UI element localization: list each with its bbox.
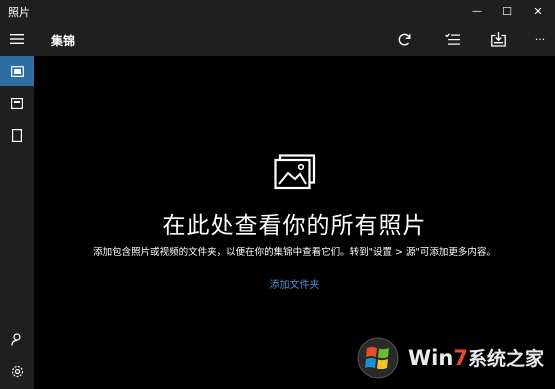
- windows-logo-icon: [357, 337, 399, 379]
- page-title: 集锦: [51, 34, 76, 48]
- watermark-brand: 系统之家: [467, 348, 544, 370]
- navigation-rail: [0, 22, 34, 389]
- import-button[interactable]: [485, 27, 511, 51]
- person-icon: [11, 332, 21, 346]
- select-icon: [444, 32, 460, 45]
- watermark: Win7系统之家: [354, 334, 550, 384]
- maximize-button[interactable]: ☐: [492, 0, 522, 22]
- close-icon: ✕: [533, 4, 543, 18]
- account-button[interactable]: [0, 324, 34, 354]
- maximize-icon: ☐: [502, 4, 512, 18]
- gear-icon: [11, 365, 23, 377]
- window-title: 照片: [8, 6, 30, 19]
- watermark-win: Win: [408, 346, 454, 370]
- nav-albums[interactable]: [0, 88, 34, 118]
- close-button[interactable]: ✕: [523, 0, 553, 22]
- folder-icon: [12, 128, 22, 142]
- photos-icon: [274, 154, 316, 190]
- add-folder-link[interactable]: 添加文件夹: [34, 276, 555, 291]
- empty-state-description: 添加包含照片或视频的文件夹，以便在你的集锦中查看它们。转到"设置 > 源"可添加…: [93, 247, 496, 258]
- menu-button[interactable]: [0, 24, 34, 54]
- settings-button[interactable]: [0, 356, 34, 386]
- collection-icon: [10, 65, 24, 77]
- refresh-button[interactable]: [391, 27, 417, 51]
- hamburger-icon: [10, 34, 24, 44]
- title-bar: 照片 — ☐ ✕: [0, 0, 555, 22]
- watermark-7: 7: [453, 346, 468, 370]
- import-icon: [490, 31, 506, 47]
- app-bar: 集锦 ···: [34, 22, 555, 56]
- album-icon: [11, 97, 23, 109]
- minimize-icon: —: [472, 5, 482, 17]
- more-icon: ···: [534, 32, 546, 46]
- select-button[interactable]: [439, 27, 465, 51]
- nav-collection[interactable]: [0, 56, 34, 86]
- nav-folders[interactable]: [0, 120, 34, 150]
- more-button[interactable]: ···: [527, 27, 553, 51]
- empty-state-title: 在此处查看你的所有照片: [162, 213, 427, 239]
- refresh-icon: [398, 33, 411, 45]
- minimize-button[interactable]: —: [462, 0, 492, 22]
